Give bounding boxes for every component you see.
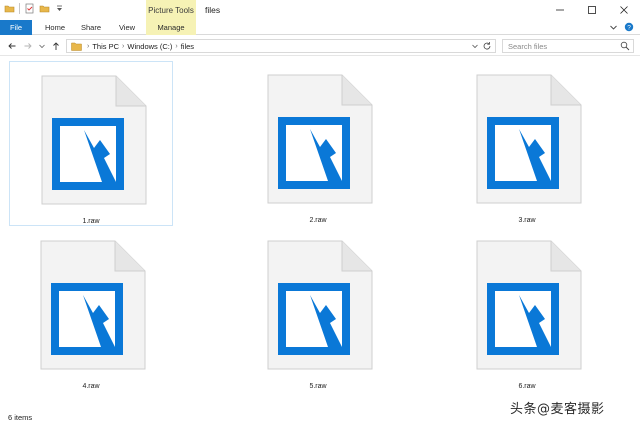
help-icon: ? xyxy=(624,22,634,31)
forward-button[interactable] xyxy=(22,40,34,52)
file-name: 2.raw xyxy=(309,217,327,224)
picture-file-icon xyxy=(476,74,582,204)
picture-file-icon xyxy=(267,74,373,204)
breadcrumb-item-files[interactable]: files xyxy=(181,42,194,51)
breadcrumb-item-windows-c[interactable]: Windows (C:) xyxy=(127,42,172,51)
new-folder-icon[interactable] xyxy=(39,3,50,14)
arrow-right-icon xyxy=(24,43,32,49)
file-item[interactable]: 3.raw xyxy=(445,61,609,226)
refresh-icon xyxy=(483,42,491,50)
back-button[interactable] xyxy=(6,40,18,52)
folder-icon[interactable] xyxy=(4,3,15,14)
customize-dropdown-icon[interactable] xyxy=(54,3,65,14)
close-button[interactable] xyxy=(608,0,640,20)
file-name: 3.raw xyxy=(518,217,536,224)
file-name: 1.raw xyxy=(82,218,100,225)
file-item[interactable]: 6.raw xyxy=(445,227,609,392)
help-button[interactable]: ? xyxy=(624,22,634,34)
file-name: 4.raw xyxy=(82,383,100,390)
window-controls xyxy=(544,0,640,20)
title-bar: Picture Tools files xyxy=(0,0,640,20)
recent-locations-button[interactable] xyxy=(36,40,48,52)
search-box[interactable] xyxy=(502,39,634,53)
toolbar-divider xyxy=(19,3,20,14)
file-item[interactable]: 5.raw xyxy=(236,227,400,392)
breadcrumb-item-this-pc[interactable]: This PC xyxy=(92,42,119,51)
tab-home[interactable]: Home xyxy=(40,20,70,35)
file-item[interactable]: 4.raw xyxy=(9,227,173,392)
ribbon-tabs: File Home Share View Manage ? xyxy=(0,20,640,35)
svg-text:?: ? xyxy=(627,24,631,31)
watermark-text: 头条@麦客摄影 xyxy=(510,402,605,417)
close-icon xyxy=(620,6,628,14)
chevron-down-icon xyxy=(39,44,45,49)
maximize-icon xyxy=(588,6,596,14)
tab-file[interactable]: File xyxy=(0,20,32,35)
picture-file-icon xyxy=(40,240,146,370)
picture-file-icon xyxy=(267,240,373,370)
folder-icon xyxy=(71,42,82,53)
file-name: 5.raw xyxy=(309,383,327,390)
picture-file-icon xyxy=(41,75,147,205)
minimize-button[interactable] xyxy=(544,0,576,20)
expand-ribbon-button[interactable] xyxy=(609,23,618,34)
chevron-right-icon[interactable]: › xyxy=(175,43,177,50)
picture-tools-context-label: Picture Tools xyxy=(146,0,196,20)
search-icon[interactable] xyxy=(620,41,630,53)
up-button[interactable] xyxy=(50,40,62,52)
file-item[interactable]: 1.raw xyxy=(9,61,173,226)
properties-icon[interactable] xyxy=(24,3,35,14)
search-input[interactable] xyxy=(503,40,613,52)
minimize-icon xyxy=(556,9,564,11)
arrow-up-icon xyxy=(53,42,59,50)
item-count: 6 items xyxy=(8,413,33,422)
maximize-button[interactable] xyxy=(576,0,608,20)
file-item[interactable]: 2.raw xyxy=(236,61,400,226)
breadcrumb: › This PC › Windows (C:) › files xyxy=(87,40,194,52)
chevron-right-icon[interactable]: › xyxy=(122,43,124,50)
refresh-button[interactable] xyxy=(482,41,492,53)
arrow-left-icon xyxy=(8,43,16,49)
window-title: files xyxy=(205,5,221,15)
address-bar[interactable]: › This PC › Windows (C:) › files xyxy=(66,39,496,53)
chevron-right-icon[interactable]: › xyxy=(87,43,89,50)
chevron-down-icon xyxy=(610,25,617,30)
file-list-pane: 1.raw 2.raw 3.raw 4.raw 5.raw 6.raw xyxy=(0,57,640,408)
tab-share[interactable]: Share xyxy=(76,20,106,35)
file-name: 6.raw xyxy=(518,383,536,390)
address-history-button[interactable] xyxy=(471,42,479,52)
ribbon-right-controls: ? xyxy=(609,22,634,34)
navigation-bar: › This PC › Windows (C:) › files xyxy=(0,36,640,56)
tab-manage[interactable]: Manage xyxy=(146,20,196,35)
chevron-down-icon xyxy=(472,44,478,49)
tab-view[interactable]: View xyxy=(112,20,142,35)
quick-access-toolbar xyxy=(4,3,65,14)
picture-file-icon xyxy=(476,240,582,370)
